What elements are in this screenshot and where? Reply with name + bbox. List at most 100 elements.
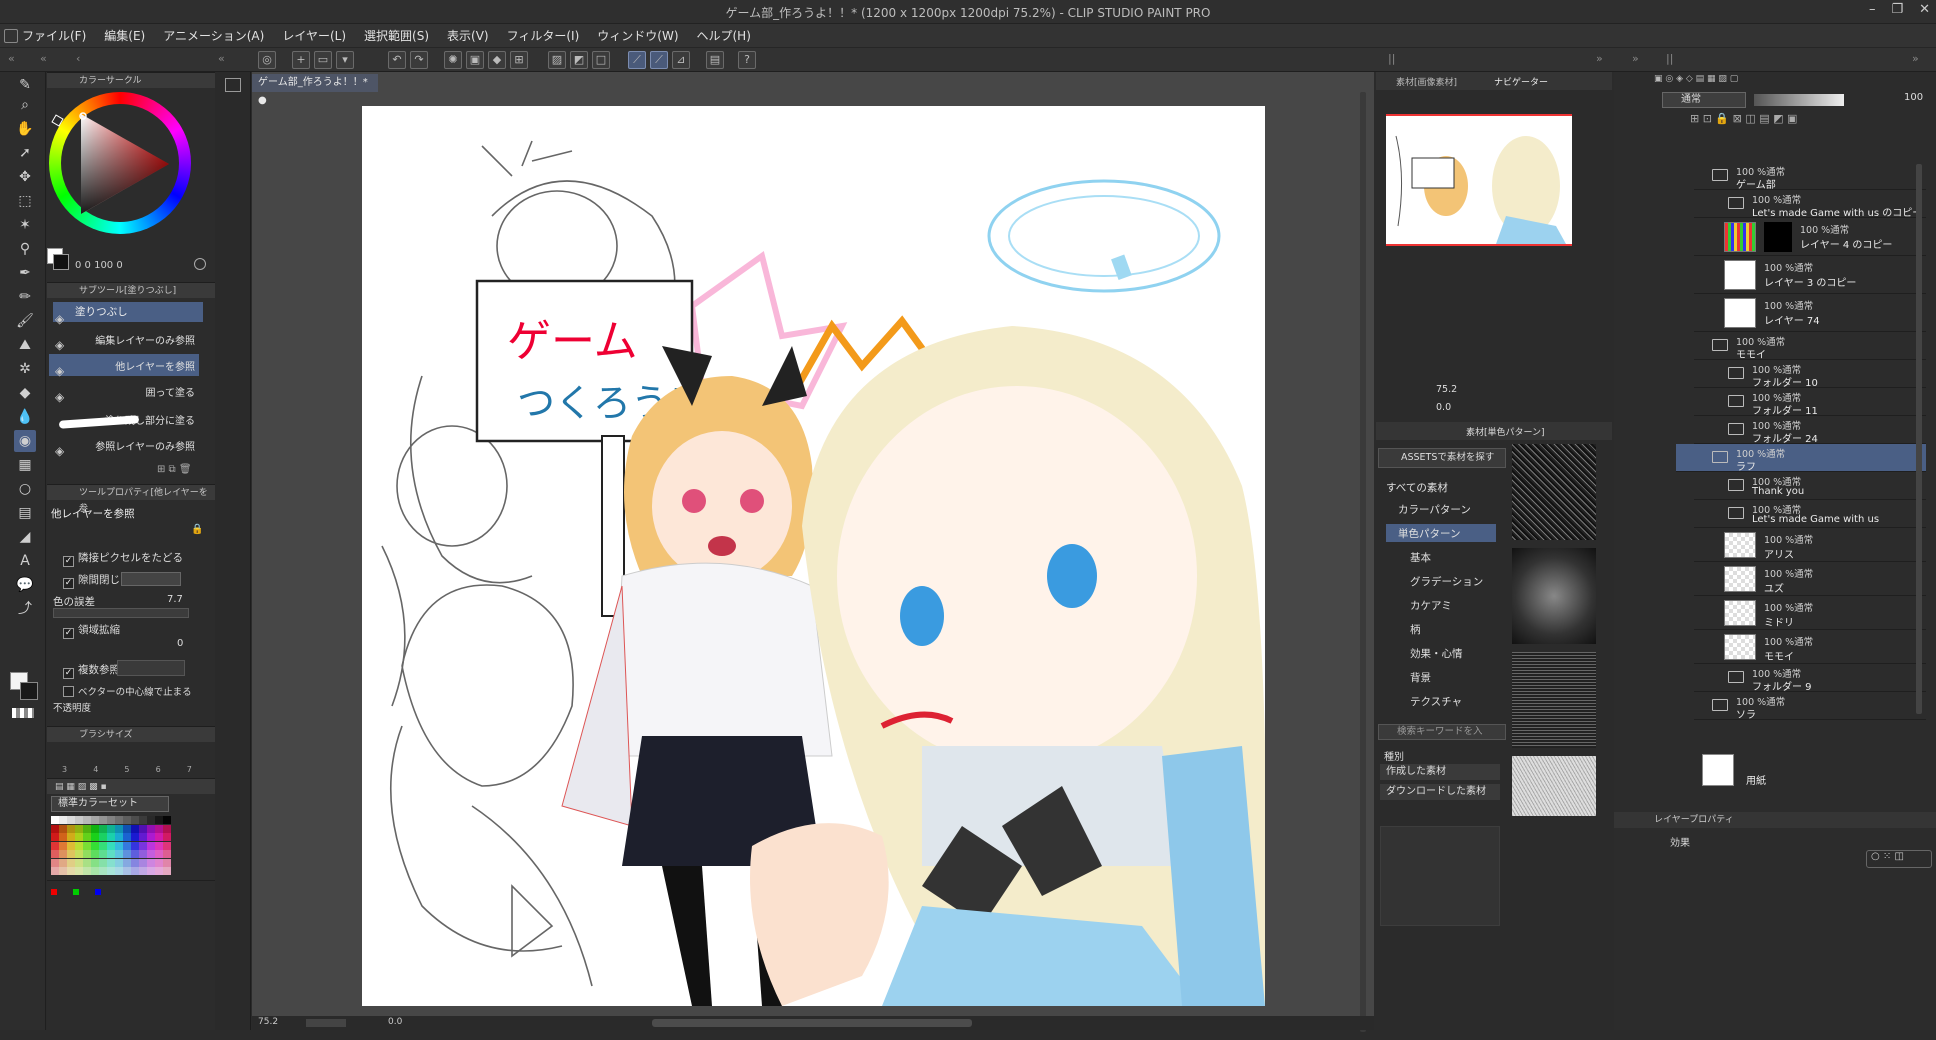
- sub-tool-item-selected[interactable]: 他レイヤーを参照: [49, 354, 199, 376]
- color-swatch[interactable]: [139, 858, 147, 867]
- color-swatch[interactable]: [115, 841, 123, 850]
- transparent-color-icon[interactable]: [12, 708, 34, 718]
- fill-tool-icon[interactable]: ◉: [14, 430, 36, 452]
- color-swatch[interactable]: [139, 816, 147, 824]
- color-set-tabs[interactable]: ▤ ▦ ▨ ▩ ▪: [47, 778, 215, 794]
- color-swatch[interactable]: [163, 867, 171, 876]
- color-swatch[interactable]: [83, 833, 91, 842]
- color-swatch[interactable]: [123, 833, 131, 842]
- color-swatch[interactable]: [123, 850, 131, 859]
- color-swatch[interactable]: [155, 867, 163, 876]
- color-swatch[interactable]: [107, 867, 115, 876]
- color-swatch[interactable]: [115, 824, 123, 833]
- color-swatch[interactable]: [75, 816, 83, 824]
- operation-tool-icon[interactable]: ➚: [14, 142, 36, 164]
- color-swatch[interactable]: [75, 833, 83, 842]
- color-swatch[interactable]: [83, 824, 91, 833]
- canvas-area[interactable]: ゲーム部_作ろうよ！！* ● ゲーム つくろう!: [252, 72, 1374, 1032]
- collapse-icon[interactable]: ||: [1388, 52, 1395, 65]
- layer-toolbar[interactable]: ⊞ ⊡ 🔒 ⊠ ◫ ▤ ◩ ▣: [1690, 112, 1930, 134]
- minimize-button[interactable]: –: [1869, 2, 1876, 17]
- option-multiple-reference[interactable]: ✓ 複数参照: [63, 662, 120, 679]
- kind-created[interactable]: 作成した素材: [1380, 764, 1500, 780]
- pencil-tool-icon[interactable]: ✏: [14, 286, 36, 308]
- color-swatch[interactable]: [99, 816, 107, 824]
- color-swatch[interactable]: [67, 833, 75, 842]
- color-swatch[interactable]: [163, 850, 171, 859]
- color-swatch[interactable]: [67, 858, 75, 867]
- help-icon[interactable]: ?: [738, 51, 756, 69]
- option-area-scaling[interactable]: ✓ 領域拡縮: [63, 622, 120, 639]
- color-swatch[interactable]: [163, 841, 171, 850]
- layer-tab-bar[interactable]: ▣ ◎ ◈ ◇ ▤ ▦ ▨ ▢: [1654, 74, 1930, 90]
- brush-size-preset[interactable]: 6: [156, 765, 161, 774]
- document-tab[interactable]: ゲーム部_作ろうよ！！* ●: [252, 74, 378, 106]
- zoom-readout[interactable]: 75.2: [258, 1017, 278, 1027]
- brush-size-preset[interactable]: 5: [124, 765, 129, 774]
- new-file-icon[interactable]: +: [292, 51, 310, 69]
- layer-folder[interactable]: 100 %通常 フォルダー 10: [1694, 360, 1926, 389]
- color-swatch[interactable]: [155, 833, 163, 842]
- hand-tool-icon[interactable]: ✋: [14, 118, 36, 140]
- color-swatch[interactable]: [107, 816, 115, 824]
- color-swatch[interactable]: [83, 841, 91, 850]
- color-swatch[interactable]: [59, 824, 67, 833]
- text-tool-icon[interactable]: A: [14, 550, 36, 572]
- color-swatch[interactable]: [123, 858, 131, 867]
- color-swatch[interactable]: [131, 833, 139, 842]
- layer-row[interactable]: 100 %通常 レイヤー 3 のコピー: [1694, 256, 1926, 294]
- tolerance-value[interactable]: 7.7: [167, 594, 183, 605]
- color-swatch[interactable]: [67, 841, 75, 850]
- maximize-button[interactable]: ❐: [1891, 2, 1903, 17]
- color-swatch[interactable]: [155, 858, 163, 867]
- layer-folder[interactable]: 100 %通常 フォルダー 9: [1694, 664, 1926, 693]
- transform-icon[interactable]: ⊞: [510, 51, 528, 69]
- color-swatch[interactable]: [59, 858, 67, 867]
- save-icon[interactable]: ▾: [336, 51, 354, 69]
- assets-search-button[interactable]: ASSETSで素材を探す: [1378, 448, 1506, 468]
- figure-tool-icon[interactable]: ○: [14, 478, 36, 500]
- brush-tool-icon[interactable]: 🖌: [14, 310, 36, 332]
- color-swatch[interactable]: [123, 824, 131, 833]
- lock-icon[interactable]: 🔒: [191, 524, 203, 535]
- color-swatch[interactable]: [91, 833, 99, 842]
- redo-icon[interactable]: ↷: [410, 51, 428, 69]
- color-swatch[interactable]: [107, 841, 115, 850]
- menu-animation[interactable]: アニメーション(A): [163, 27, 264, 44]
- material-thumb[interactable]: [1512, 444, 1596, 540]
- color-swatch[interactable]: [99, 833, 107, 842]
- material-tree-item[interactable]: カケアミ: [1410, 598, 1452, 613]
- color-swatch[interactable]: [155, 841, 163, 850]
- tab-image-material[interactable]: 素材[画像素材]: [1396, 75, 1457, 88]
- color-swatch[interactable]: [59, 850, 67, 859]
- color-swatch[interactable]: [107, 850, 115, 859]
- menu-edit[interactable]: 編集(E): [104, 27, 145, 44]
- sub-tool-item[interactable]: 編集レイヤーのみ参照: [49, 328, 199, 350]
- zoom-slider[interactable]: [306, 1019, 346, 1027]
- sub-color-swatch[interactable]: [20, 682, 38, 700]
- color-swatch[interactable]: [91, 816, 99, 824]
- menu-file[interactable]: ファイル(F): [22, 27, 86, 44]
- color-swatch[interactable]: [147, 850, 155, 859]
- ruler-tool-icon[interactable]: ◢: [14, 526, 36, 548]
- material-tree-item[interactable]: 基本: [1410, 550, 1431, 565]
- color-swatch[interactable]: [163, 858, 171, 867]
- option-close-gap[interactable]: ✓ 隙間閉じ: [63, 572, 203, 589]
- color-swatch[interactable]: [107, 824, 115, 833]
- collapse-right-icon[interactable]: «: [218, 52, 225, 65]
- color-swatch[interactable]: [123, 816, 131, 824]
- layer-row[interactable]: 100 %通常 アリス: [1694, 528, 1926, 562]
- layer-row[interactable]: 100 %通常 ユズ: [1694, 562, 1926, 596]
- color-swatch[interactable]: [115, 833, 123, 842]
- color-swatch[interactable]: [99, 867, 107, 876]
- close-tab-icon[interactable]: ●: [258, 95, 267, 106]
- tab-mono-pattern[interactable]: 素材[単色パターン]: [1466, 425, 1545, 438]
- layer-folder-selected[interactable]: 100 %通常 ラフ: [1676, 444, 1926, 473]
- collapse-right-icon[interactable]: »: [1596, 52, 1603, 65]
- color-swatch[interactable]: [115, 850, 123, 859]
- tab-navigator[interactable]: ナビゲーター: [1494, 75, 1548, 88]
- layer-visibility-column[interactable]: [1650, 162, 1664, 722]
- option-vector-center[interactable]: ベクターの中心線で止まる: [63, 684, 192, 698]
- selection-tool-icon[interactable]: ⬚: [14, 190, 36, 212]
- color-swatch[interactable]: [83, 816, 91, 824]
